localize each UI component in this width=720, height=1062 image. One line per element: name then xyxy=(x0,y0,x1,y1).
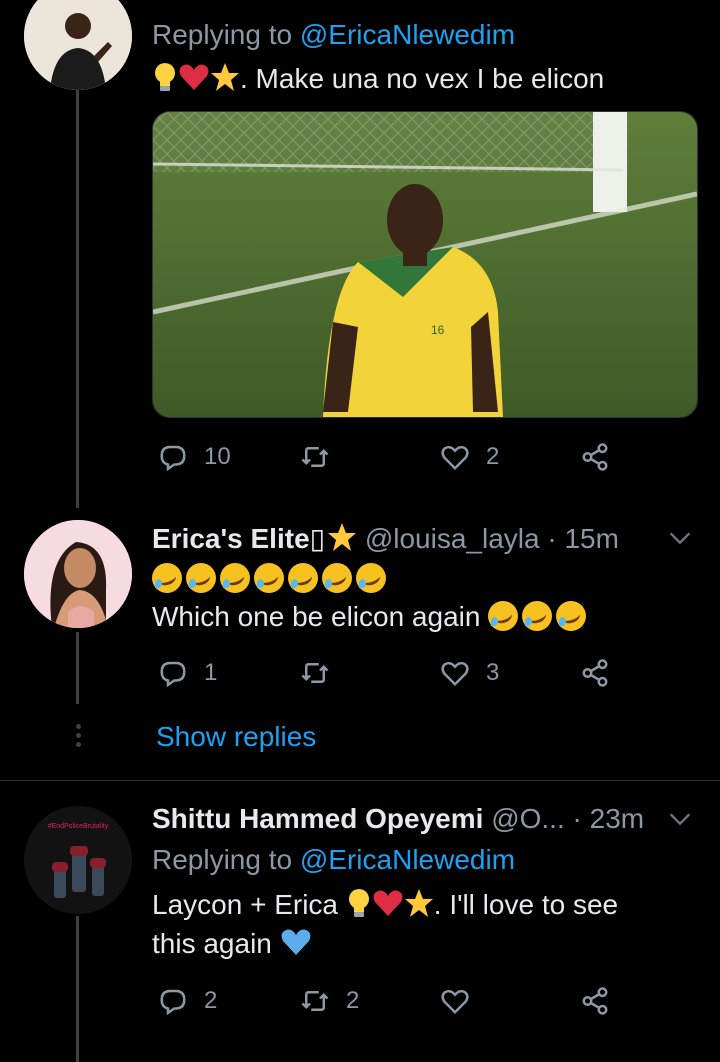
rolling-laughing-emoji-icon xyxy=(152,563,182,593)
like-count: 2 xyxy=(486,443,500,470)
rolling-laughing-emoji-icon xyxy=(322,563,352,593)
user-handle[interactable]: @louisa_layla xyxy=(365,523,540,554)
blue-heart-emoji-icon xyxy=(280,927,312,965)
retweet-action[interactable]: 2 xyxy=(300,986,359,1016)
rolling-laughing-emoji-icon xyxy=(488,601,519,631)
like-heart-icon xyxy=(441,661,469,687)
tweet-time: · 15m xyxy=(547,523,619,554)
rolling-laughing-emoji-icon xyxy=(522,601,553,631)
tweet-header: Shittu Hammed Opeyemi @O... · 23m xyxy=(152,802,644,836)
share-action[interactable] xyxy=(580,986,610,1016)
reply-icon xyxy=(160,989,186,1016)
tweet-text-body: Which one be elicon again xyxy=(152,601,481,632)
light-bulb-icon xyxy=(346,888,372,926)
tweet-media[interactable]: 16 xyxy=(152,111,698,418)
thread-line-1 xyxy=(76,90,79,508)
reply-count: 2 xyxy=(204,987,218,1014)
reply-count: 10 xyxy=(204,443,231,470)
rolling-laughing-emoji-icon xyxy=(288,563,318,593)
display-name[interactable]: Erica's Elite▯ xyxy=(152,523,325,554)
share-icon xyxy=(582,443,608,471)
share-icon xyxy=(582,659,608,687)
avatar-badge-text: #EndPoliceBrutality xyxy=(48,823,109,830)
tweet-text-second-line: this again xyxy=(152,927,312,965)
jersey-number: 16 xyxy=(431,323,445,337)
like-heart-icon xyxy=(441,989,469,1015)
replying-to-label: Replying to xyxy=(152,19,300,50)
retweet-icon xyxy=(301,663,329,683)
tweet-text: . Make una no vex I be elicon xyxy=(152,62,604,100)
retweet-action[interactable] xyxy=(300,658,346,688)
reply-action[interactable]: 10 xyxy=(158,442,231,472)
thread-line-2 xyxy=(76,632,79,704)
avatar[interactable] xyxy=(24,520,132,628)
avatar[interactable] xyxy=(24,0,132,90)
star-emoji-icon xyxy=(327,522,357,560)
replying-to-label: Replying to xyxy=(152,844,300,875)
thread-more-dots[interactable] xyxy=(74,724,82,750)
tweet-text-line1: Laycon + Erica xyxy=(152,889,346,920)
avatar[interactable]: #EndPoliceBrutality xyxy=(24,806,132,914)
replying-to: Replying to @EricaNlewedim xyxy=(152,843,515,877)
reply-icon xyxy=(160,445,186,472)
like-action[interactable]: 3 xyxy=(440,658,499,688)
rolling-laughing-emoji-icon xyxy=(254,563,284,593)
reply-icon xyxy=(160,661,186,688)
user-handle[interactable]: @O... xyxy=(491,803,565,834)
chevron-down-icon[interactable] xyxy=(666,805,694,833)
rolling-laughing-emoji-icon xyxy=(186,563,216,593)
like-action[interactable]: 2 xyxy=(440,442,499,472)
retweet-action[interactable] xyxy=(300,442,346,472)
retweet-icon xyxy=(301,447,329,467)
tweet-text-body: . Make una no vex I be elicon xyxy=(240,63,605,94)
replying-to-handle-link[interactable]: @EricaNlewedim xyxy=(300,844,515,875)
tweet-text: Laycon + Erica . I'll love to see xyxy=(152,888,618,926)
chevron-down-icon[interactable] xyxy=(666,524,694,552)
light-bulb-icon xyxy=(152,62,178,100)
like-action[interactable] xyxy=(440,986,486,1016)
reply-count: 1 xyxy=(204,659,218,686)
share-icon xyxy=(582,987,608,1015)
laugh-emoji-row xyxy=(152,562,390,596)
tweet-text-line2: this again xyxy=(152,928,272,959)
show-replies-link[interactable]: Show replies xyxy=(156,720,316,754)
tweet-text: Which one be elicon again xyxy=(152,600,590,634)
like-heart-icon xyxy=(441,445,469,471)
tweet-text-line1-suffix: . I'll love to see xyxy=(433,889,619,920)
retweet-icon xyxy=(301,991,329,1011)
replying-to: Replying to @EricaNlewedim xyxy=(152,18,515,52)
thread-line-3 xyxy=(76,916,79,1062)
replying-to-handle-link[interactable]: @EricaNlewedim xyxy=(300,19,515,50)
rolling-laughing-emoji-icon xyxy=(556,601,587,631)
divider xyxy=(0,780,720,781)
heart-emoji-icon xyxy=(372,888,404,926)
heart-emoji-icon xyxy=(178,62,210,100)
star-emoji-icon xyxy=(404,888,434,926)
retweet-count: 2 xyxy=(346,987,360,1014)
star-emoji-icon xyxy=(210,62,240,100)
reply-action[interactable]: 1 xyxy=(158,658,217,688)
tweet-time: · 23m xyxy=(572,803,645,834)
rolling-laughing-emoji-icon xyxy=(220,563,250,593)
display-name[interactable]: Shittu Hammed Opeyemi xyxy=(152,803,483,834)
like-count: 3 xyxy=(486,659,500,686)
share-action[interactable] xyxy=(580,658,610,688)
tweet-header: Erica's Elite▯ @louisa_layla · 15m xyxy=(152,522,619,560)
share-action[interactable] xyxy=(580,442,610,472)
rolling-laughing-emoji-icon xyxy=(356,563,386,593)
reply-action[interactable]: 2 xyxy=(158,986,217,1016)
